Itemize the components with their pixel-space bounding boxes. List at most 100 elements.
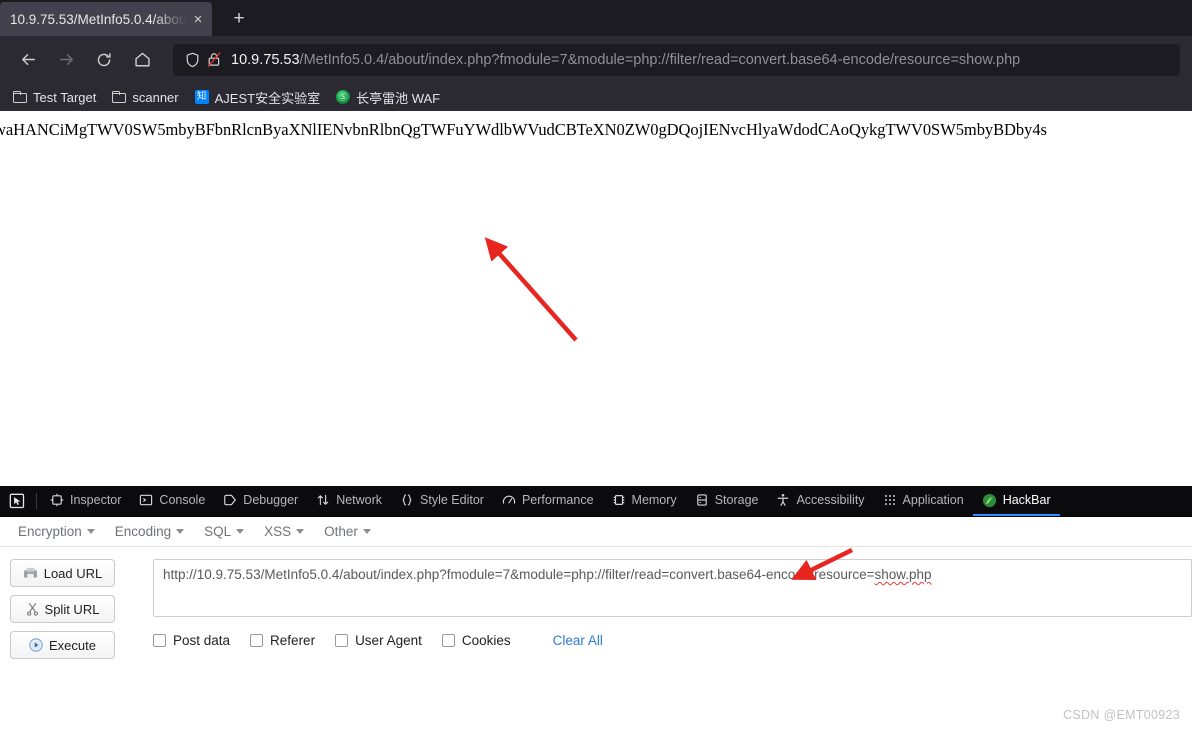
tab-label: Debugger [243,493,299,507]
bookmark-label: 长亭雷池 WAF [356,90,441,106]
checkbox-cookies[interactable]: Cookies [441,633,511,648]
checkbox-box[interactable] [335,634,349,647]
tab-style-editor[interactable]: Style Editor [391,486,493,516]
tab-label: Style Editor [420,493,484,507]
tab-label: Application [902,493,964,507]
back-arrow-icon[interactable] [12,44,44,76]
storage-icon [695,493,709,507]
tab-inspector[interactable]: Inspector [41,486,130,516]
menu-encryption[interactable]: Encryption [8,524,105,539]
tab-label: Storage [714,493,759,507]
load-url-button[interactable]: Load URL [10,559,115,587]
address-bar-text: 10.9.75.53/MetInfo5.0.4/about/index.php?… [231,52,1020,68]
button-label: Split URL [44,601,100,617]
url-text-main: http://10.9.75.53/MetInfo5.0.4/about/ind… [163,567,875,582]
watermark-text: CSDN @EMT00923 [1063,708,1180,722]
new-tab-button[interactable]: + [222,4,256,34]
base64-output-text: waHANCiMgTWV0SW5mbyBFbnRlcnByaXNlIENvbnR… [0,120,1047,139]
tab-application[interactable]: Application [874,486,973,516]
url-textarea-value: http://10.9.75.53/MetInfo5.0.4/about/ind… [163,567,1182,582]
debugger-icon [223,493,237,507]
tab-label: Inspector [70,493,122,507]
annotation-arrow-1 [484,237,578,342]
chevron-down-icon [176,529,185,534]
tab-console[interactable]: Console [130,486,214,516]
bookmark-label: AJEST安全实验室 [214,90,321,106]
devtools-toolbar: Inspector Console Debugger Network Style… [0,486,1192,517]
menu-label: XSS [264,524,292,539]
tab-memory[interactable]: Memory [603,486,686,516]
checkbox-label: Post data [173,633,231,648]
address-bar[interactable]: 10.9.75.53/MetInfo5.0.4/about/index.php?… [173,43,1180,76]
url-text-misspelled: show.php [874,567,932,582]
chevron-down-icon [86,529,95,534]
accessibility-icon [776,493,790,507]
shield-icon[interactable] [181,52,203,68]
checkbox-box[interactable] [441,634,455,647]
tab-accessibility[interactable]: Accessibility [767,486,873,516]
checkbox-user-agent[interactable]: User Agent [335,633,422,648]
tab-label: Accessibility [796,493,865,507]
menu-encoding[interactable]: Encoding [105,524,194,539]
tab-strip: 10.9.75.53/MetInfo5.0.4/abou × + [0,0,1192,36]
tab-debugger[interactable]: Debugger [214,486,307,516]
checkbox-referer[interactable]: Referer [250,633,315,648]
menu-label: Encryption [18,524,82,539]
devtools-panel: Inspector Console Debugger Network Style… [0,486,1192,722]
element-picker-icon[interactable] [2,486,32,516]
tab-label: Performance [521,493,594,507]
tab-hackbar[interactable]: HackBar [972,486,1060,516]
checkbox-label: Cookies [461,633,511,648]
bookmark-label: Test Target [33,89,97,105]
network-icon [316,493,330,507]
tab-performance[interactable]: Performance [493,486,603,516]
bookmark-label: scanner [132,89,179,105]
tab-storage[interactable]: Storage [686,486,768,516]
tab-label: HackBar [1002,493,1051,507]
browser-chrome: 10.9.75.53/MetInfo5.0.4/abou × + 10.9.75… [0,0,1192,111]
menu-label: Encoding [114,524,172,539]
checkbox-box[interactable] [153,634,166,647]
reload-icon[interactable] [88,44,120,76]
hackbar-panel: Encryption Encoding SQL XSS Other Load U… [0,517,1192,722]
console-icon [139,493,153,507]
menu-label: SQL [204,524,232,539]
checkbox-label: Referer [270,633,316,648]
checkbox-post-data[interactable]: Post data [153,633,230,648]
chevron-down-icon [296,529,305,534]
forward-arrow-icon [50,44,82,76]
url-textarea[interactable]: http://10.9.75.53/MetInfo5.0.4/about/ind… [153,559,1192,617]
menu-label: Other [324,524,358,539]
hackbar-icon [982,493,997,508]
menu-other[interactable]: Other [314,524,381,539]
play-icon [29,638,43,652]
page-viewport: waHANCiMgTWV0SW5mbyBFbnRlcnByaXNlIENvbnR… [0,111,1192,486]
execute-button[interactable]: Execute [10,631,115,659]
checkbox-box[interactable] [250,634,264,647]
hackbar-body: Load URL Split URL Execute http://10.9.7… [0,547,1192,667]
clear-all-link[interactable]: Clear All [553,633,603,648]
bookmarks-bar: Test Target scanner 知 AJEST安全实验室 Ⓢ 长亭雷池 … [0,83,1192,111]
bookmark-test-target[interactable]: Test Target [6,86,103,108]
tab-label: Memory [631,493,677,507]
scissors-icon [26,602,39,616]
inspector-icon [50,493,64,507]
close-icon[interactable]: × [190,12,206,27]
application-icon [883,493,897,507]
split-url-button[interactable]: Split URL [10,595,115,623]
zhihu-icon: 知 [194,90,209,104]
browser-tab-active[interactable]: 10.9.75.53/MetInfo5.0.4/abou × [0,2,212,36]
menu-sql[interactable]: SQL [194,524,254,539]
home-icon[interactable] [126,44,158,76]
hackbar-action-buttons: Load URL Split URL Execute [10,559,115,667]
bookmark-ajest[interactable]: 知 AJEST安全实验室 [188,86,327,108]
bookmark-chaitin-waf[interactable]: Ⓢ 长亭雷池 WAF [329,86,447,108]
memory-icon [612,493,626,507]
broken-lock-icon[interactable] [203,51,225,68]
bookmark-scanner[interactable]: scanner [105,86,185,108]
tab-network[interactable]: Network [307,486,391,516]
navigation-bar: 10.9.75.53/MetInfo5.0.4/about/index.php?… [0,36,1192,83]
performance-icon [502,493,516,507]
menu-xss[interactable]: XSS [254,524,314,539]
load-url-icon [23,567,38,580]
